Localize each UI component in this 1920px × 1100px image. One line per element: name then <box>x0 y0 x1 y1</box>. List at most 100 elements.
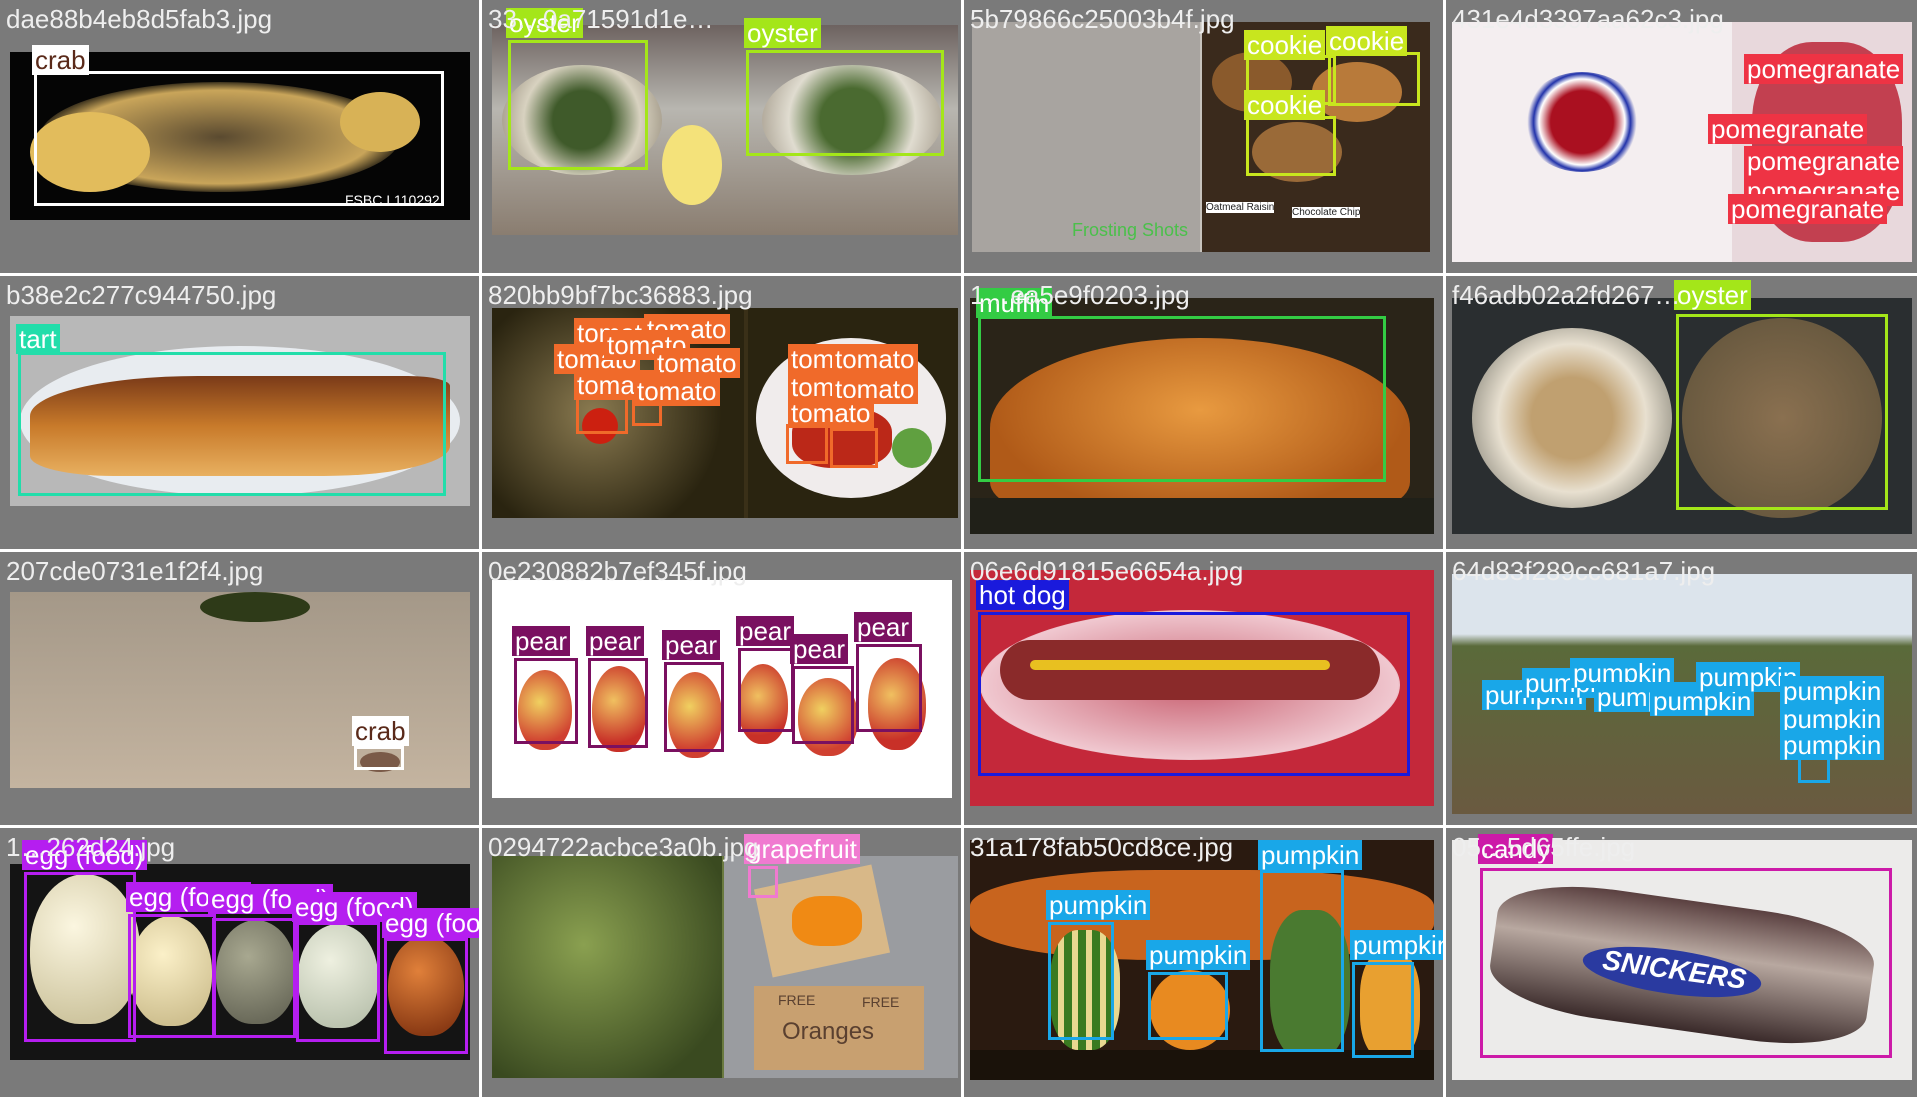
filename: b38e2c277c944750.jpg <box>6 280 277 310</box>
bbox <box>24 872 136 1042</box>
bbox-label: pumpkin <box>1258 840 1363 870</box>
result-cell-tomato[interactable]: tomato tomato tomato tomato tomato tomat… <box>482 276 964 552</box>
filename: 64d83f289cc681a7.jpg <box>1452 556 1716 586</box>
bbox <box>34 71 444 206</box>
filename: 0294722acbce3a0b.jpg <box>488 832 759 862</box>
filename: 431e4d3397aa62c3.jpg <box>1452 4 1724 34</box>
bbox <box>1676 314 1888 510</box>
filename: 31a178fab50cd8ce.jpg <box>970 832 1234 862</box>
result-cell-oyster[interactable]: oyster oyster 33…0a71591d1e… <box>482 0 964 276</box>
sign: FREE <box>862 994 900 1010</box>
bbox <box>1148 972 1228 1040</box>
results-grid: FSBC I 110292 crab dae88b4eb8d5fab3.jpg … <box>0 0 1920 1100</box>
bbox-label: tomato <box>832 344 918 374</box>
bbox-label: pear <box>790 634 849 664</box>
bbox <box>296 922 380 1042</box>
bbox <box>978 612 1410 776</box>
bbox-label: pear <box>586 626 645 656</box>
bbox-label: pumpkin <box>1780 730 1885 760</box>
filename: 33…0a71591d1e… <box>488 4 714 34</box>
bbox-label: cookie <box>1244 30 1326 60</box>
result-cell-muffin[interactable]: muffin 1…ea5e9f0203.jpg <box>964 276 1446 552</box>
result-cell-crab-2[interactable]: crab 207cde0731e1f2f4.jpg <box>0 552 482 828</box>
bbox-label: pumpkin <box>1146 940 1251 970</box>
bbox <box>1798 757 1830 783</box>
filename: 05…5d65ffe.jpg <box>1452 832 1636 862</box>
bbox <box>18 352 446 496</box>
bbox <box>856 644 922 732</box>
bbox <box>738 648 794 732</box>
filename: 5b79866c25003b4f.jpg <box>970 4 1235 34</box>
bbox-label: grapefruit <box>744 834 860 864</box>
bbox <box>588 658 648 748</box>
filename: 06e6d91815e6654a.jpg <box>970 556 1244 586</box>
result-cell-pear[interactable]: pear pear pear pear pear pear 0e230882b7… <box>482 552 964 828</box>
result-cell-pumpkin[interactable]: pumpkin pumpkin pumpkin pumpkin pumpkin … <box>1446 552 1920 828</box>
filename: dae88b4eb8d5fab3.jpg <box>6 4 273 34</box>
bbox-label: pomegranate <box>1728 194 1888 224</box>
filename: 1…ea5e9f0203.jpg <box>970 280 1190 310</box>
bbox-label: oyster <box>744 18 821 48</box>
bbox <box>508 40 648 170</box>
bbox-label: crab <box>352 716 409 746</box>
result-cell-hot-dog[interactable]: hot dog 06e6d91815e6654a.jpg <box>964 552 1446 828</box>
bbox <box>128 914 216 1038</box>
result-cell-tart[interactable]: tart b38e2c277c944750.jpg <box>0 276 482 552</box>
sign: Frosting Shots <box>1072 220 1189 240</box>
bbox-label: tomato <box>788 398 874 428</box>
bbox <box>384 938 468 1054</box>
result-cell-pomegranate[interactable]: pomegranate pomegranate pomegranate pome… <box>1446 0 1920 276</box>
filename: 1…262d24.jpg <box>6 832 176 862</box>
bbox <box>514 658 578 744</box>
bbox <box>1246 116 1336 176</box>
bbox-label: pumpkin <box>1780 676 1885 706</box>
bbox <box>354 746 404 770</box>
bbox <box>1480 868 1892 1058</box>
bbox-label: pumpkin <box>1046 890 1151 920</box>
result-cell-pumpkin-2[interactable]: pumpkin pumpkin pumpkin pumpkin 31a178fa… <box>964 828 1446 1100</box>
bbox-label: tomato <box>654 348 740 378</box>
bbox-label: tomato <box>634 376 720 406</box>
bbox-label: crab <box>32 45 89 75</box>
bbox <box>978 316 1386 482</box>
photo: FREE FREE Oranges <box>492 856 958 1078</box>
bbox <box>748 866 778 898</box>
bbox-label: cookie <box>1326 26 1408 56</box>
sign: Chocolate Chip <box>1292 207 1361 218</box>
bbox-label: oyster <box>1674 280 1751 310</box>
bbox <box>212 918 296 1038</box>
bbox <box>1328 52 1420 106</box>
result-cell-oyster-2[interactable]: oyster f46adb02a2fd267… <box>1446 276 1920 552</box>
bbox-label: pomegranate <box>1744 54 1904 84</box>
bbox-label: tart <box>16 324 60 354</box>
bbox-label: pumpkin <box>1350 930 1443 960</box>
bbox-label: pear <box>662 630 721 660</box>
bbox <box>792 666 854 744</box>
filename: 207cde0731e1f2f4.jpg <box>6 556 264 586</box>
sign: Oatmeal Raisin <box>1206 202 1275 213</box>
bbox-label: egg (food) <box>382 908 479 938</box>
bbox-label: pear <box>512 626 571 656</box>
bbox-label: pomegranate <box>1708 114 1868 144</box>
bbox <box>664 662 724 752</box>
sign: FREE <box>778 992 816 1008</box>
filename: 820bb9bf7bc36883.jpg <box>488 280 753 310</box>
result-cell-egg[interactable]: egg (food) egg (food) egg (food) egg (fo… <box>0 828 482 1100</box>
bbox-label: pear <box>736 616 795 646</box>
result-cell-grapefruit[interactable]: FREE FREE Oranges grapefruit 0294722acbc… <box>482 828 964 1100</box>
bbox <box>1260 870 1344 1052</box>
bbox-label: cookie <box>1244 90 1326 120</box>
result-cell-crab[interactable]: FSBC I 110292 crab dae88b4eb8d5fab3.jpg <box>0 0 482 276</box>
bbox <box>746 50 944 156</box>
bbox-label: pear <box>854 612 913 642</box>
result-cell-candy[interactable]: SNICKERS candy 05…5d65ffe.jpg <box>1446 828 1920 1100</box>
bbox <box>1352 962 1414 1058</box>
filename: f46adb02a2fd267… <box>1452 280 1681 310</box>
bbox <box>786 424 828 464</box>
bbox <box>1048 922 1114 1040</box>
sign: Oranges <box>782 1018 875 1045</box>
bbox-label: pomegranate <box>1744 146 1904 176</box>
filename: 0e230882b7ef345f.jpg <box>488 556 747 586</box>
bbox <box>830 428 878 468</box>
result-cell-cookie[interactable]: Frosting Shots Oatmeal Raisin Chocolate … <box>964 0 1446 276</box>
